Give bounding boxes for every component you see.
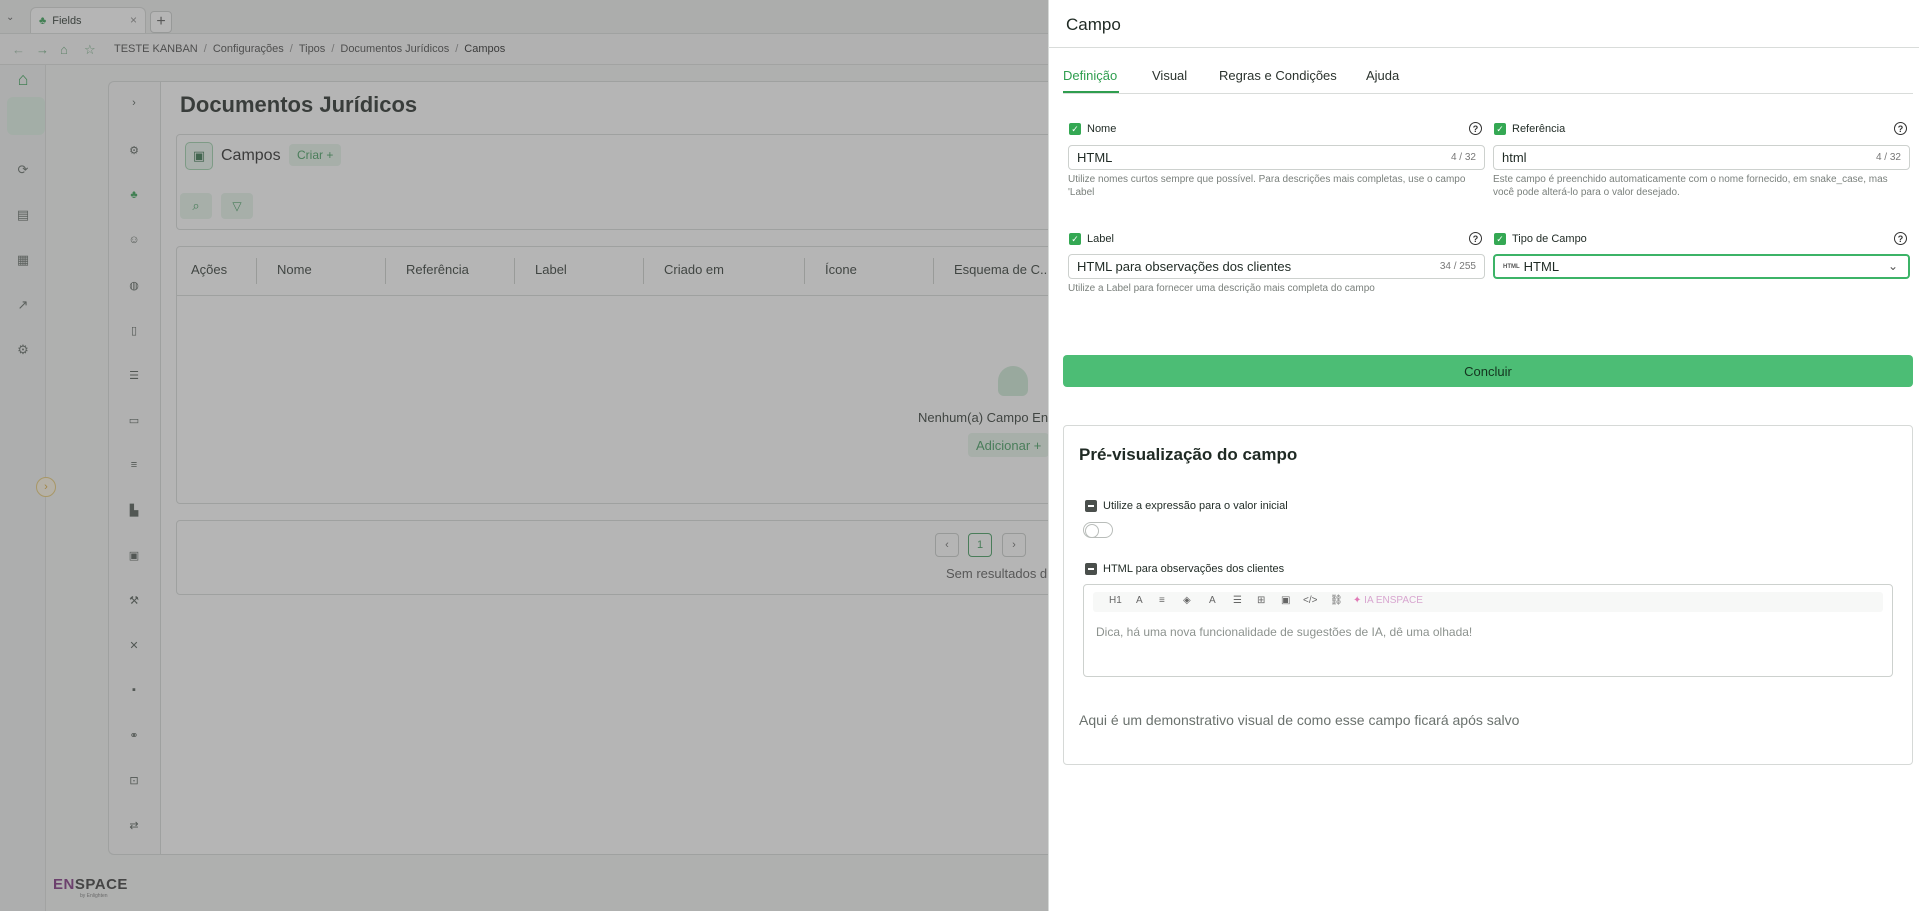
expr-label: Utilize a expressão para o valor inicial	[1103, 500, 1288, 512]
label-field-label: Label	[1087, 233, 1114, 245]
sparkle-icon: ✦	[1353, 595, 1362, 606]
preview-title: Pré-visualização do campo	[1079, 445, 1298, 464]
tipo-checkbox[interactable]: ✓	[1494, 233, 1506, 245]
label-help-icon[interactable]: ?	[1469, 232, 1482, 245]
referencia-checkbox[interactable]: ✓	[1494, 123, 1506, 135]
expr-collapse-icon[interactable]	[1085, 500, 1097, 512]
drawer-title: Campo	[1066, 15, 1121, 34]
referencia-label: Referência	[1512, 123, 1566, 135]
active-tab-indicator	[1063, 91, 1119, 93]
nome-checkbox[interactable]: ✓	[1069, 123, 1081, 135]
label-counter: 34 / 255	[1439, 261, 1476, 272]
label-input[interactable]: HTML para observações dos clientes 34 / …	[1068, 254, 1485, 279]
ia-label: IA ENSPACE	[1364, 595, 1423, 606]
heading-icon[interactable]: H1	[1109, 595, 1122, 606]
chevron-down-icon[interactable]: ⌄	[1888, 259, 1898, 273]
referencia-hint: Este campo é preenchido automaticamente …	[1493, 174, 1888, 198]
tipo-value: HTML	[1523, 259, 1560, 274]
label-checkbox[interactable]: ✓	[1069, 233, 1081, 245]
code-icon[interactable]: </>	[1303, 595, 1317, 606]
ia-enspace-button[interactable]: ✦ IA ENSPACE	[1353, 595, 1423, 606]
editor-placeholder: Dica, há uma nova funcionalidade de suge…	[1096, 625, 1473, 639]
referencia-counter: 4 / 32	[1875, 152, 1901, 163]
link-icon[interactable]: ⛓	[1330, 595, 1343, 606]
referencia-help-icon[interactable]: ?	[1894, 122, 1907, 135]
referencia-input[interactable]: html 4 / 32	[1493, 145, 1910, 170]
tab-regras-condicoes[interactable]: Regras e Condições	[1219, 68, 1337, 83]
tab-definicao[interactable]: Definição	[1063, 68, 1117, 83]
modal-backdrop[interactable]	[0, 0, 1048, 911]
list-format-icon[interactable]: ☰	[1233, 595, 1242, 606]
nome-input[interactable]: HTML 4 / 32	[1068, 145, 1485, 170]
preview-field-label: HTML para observações dos clientes	[1103, 563, 1285, 575]
expr-toggle[interactable]	[1083, 522, 1113, 538]
nome-counter: 4 / 32	[1450, 152, 1476, 163]
concluir-button[interactable]: Concluir	[1063, 355, 1913, 387]
label-hint: Utilize a Label para fornecer uma descri…	[1068, 283, 1375, 294]
html-type-icon: HTML	[1503, 263, 1520, 270]
tab-ajuda[interactable]: Ajuda	[1366, 68, 1399, 83]
divider	[1048, 47, 1919, 48]
nome-hint: Utilize nomes curtos sempre que possível…	[1068, 174, 1466, 198]
align-icon[interactable]: ≡	[1159, 595, 1165, 606]
tab-visual[interactable]: Visual	[1152, 68, 1187, 83]
text-color-icon[interactable]: A	[1209, 595, 1216, 606]
field-collapse-icon[interactable]	[1085, 563, 1097, 575]
nome-value: HTML	[1077, 150, 1113, 165]
tabs-divider	[1063, 93, 1913, 94]
tipo-help-icon[interactable]: ?	[1894, 232, 1907, 245]
label-value: HTML para observações dos clientes	[1077, 259, 1292, 274]
table-icon[interactable]: ⊞	[1257, 595, 1265, 606]
referencia-value: html	[1502, 150, 1527, 165]
fill-color-icon[interactable]: ◈	[1183, 595, 1191, 606]
font-size-icon[interactable]: A	[1136, 595, 1143, 606]
preview-demo-text: Aqui é um demonstrativo visual de como e…	[1079, 712, 1520, 728]
image-icon[interactable]: ▣	[1281, 595, 1290, 606]
nome-help-icon[interactable]: ?	[1469, 122, 1482, 135]
nome-label: Nome	[1087, 123, 1117, 135]
tipo-label: Tipo de Campo	[1512, 233, 1587, 245]
tipo-campo-select[interactable]: HTML HTML ⌄	[1493, 254, 1910, 279]
